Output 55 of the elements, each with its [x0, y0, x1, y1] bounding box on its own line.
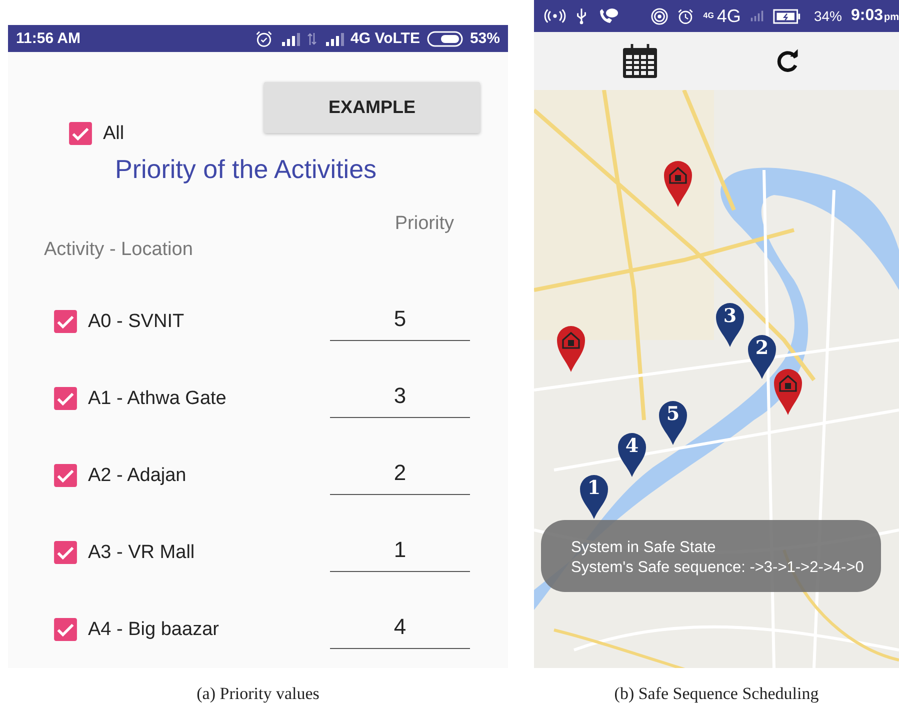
home-pin-icon	[773, 368, 803, 416]
battery-charging-icon	[772, 8, 801, 24]
activity-label: A3 - VR Mall	[88, 542, 196, 564]
numbered-marker[interactable]: 4	[617, 432, 647, 478]
signal-icon	[280, 32, 300, 46]
home-pin-icon	[663, 160, 693, 208]
signal-icon	[750, 10, 764, 22]
network-label: 4G	[716, 6, 741, 26]
status-time: 9:03	[850, 7, 883, 25]
status-time: 11:56 AM	[16, 30, 80, 47]
activity-label: A0 - SVNIT	[88, 310, 186, 332]
calendar-icon[interactable]	[622, 43, 658, 79]
checkbox[interactable]	[53, 386, 78, 411]
priority-field[interactable]: 3	[330, 379, 470, 418]
checkbox[interactable]	[53, 540, 78, 565]
figure-caption: (b) Safe Sequence Scheduling	[614, 684, 819, 704]
numbered-marker[interactable]: 3	[715, 302, 745, 348]
home-pin-icon	[556, 325, 586, 373]
network-label: 4G	[703, 12, 714, 20]
priority-field[interactable]: 1	[330, 533, 470, 572]
screen-title: Priority of the Activities	[115, 154, 378, 185]
signal-icon	[324, 32, 344, 46]
checkbox[interactable]	[53, 309, 78, 334]
time-suffix: pm	[884, 12, 899, 23]
network-label: 4G VoLTE	[350, 30, 420, 47]
toast-text: System in Safe State	[571, 538, 717, 558]
activity-label: A1 - Athwa Gate	[88, 388, 228, 410]
checkbox[interactable]	[53, 463, 78, 488]
alarm-icon	[677, 8, 694, 24]
phone-chat-icon	[597, 7, 619, 25]
numbered-marker[interactable]: 5	[658, 400, 688, 446]
checkbox[interactable]	[53, 617, 78, 642]
numbered-marker[interactable]: 2	[747, 334, 777, 380]
alarm-icon	[254, 30, 273, 48]
column-heading: Priority	[394, 213, 454, 235]
checkbox[interactable]	[68, 121, 93, 146]
numbered-marker[interactable]: 1	[579, 474, 609, 520]
activity-label: A2 - Adajan	[88, 464, 188, 486]
column-heading: Activity - Location	[44, 239, 194, 261]
toast-text: System's Safe sequence: ->3->1->2->4->0	[571, 558, 865, 578]
refresh-icon[interactable]	[774, 48, 801, 74]
broadcast-icon	[544, 8, 566, 24]
checkbox-label: All	[103, 122, 124, 144]
battery-percent: 34%	[814, 8, 842, 24]
activity-label: A4 - Big baazar	[88, 618, 220, 640]
figure-caption: (a) Priority values	[196, 684, 320, 704]
hotspot-icon	[651, 8, 668, 24]
priority-field[interactable]: 4	[330, 610, 470, 649]
battery-percent: 53%	[470, 30, 500, 47]
data-arrows-icon	[306, 32, 317, 46]
battery-icon	[426, 30, 463, 46]
priority-field[interactable]: 5	[330, 302, 470, 341]
example-button[interactable]: EXAMPLE	[264, 82, 480, 133]
priority-field[interactable]: 2	[330, 456, 470, 495]
usb-icon	[575, 7, 588, 25]
